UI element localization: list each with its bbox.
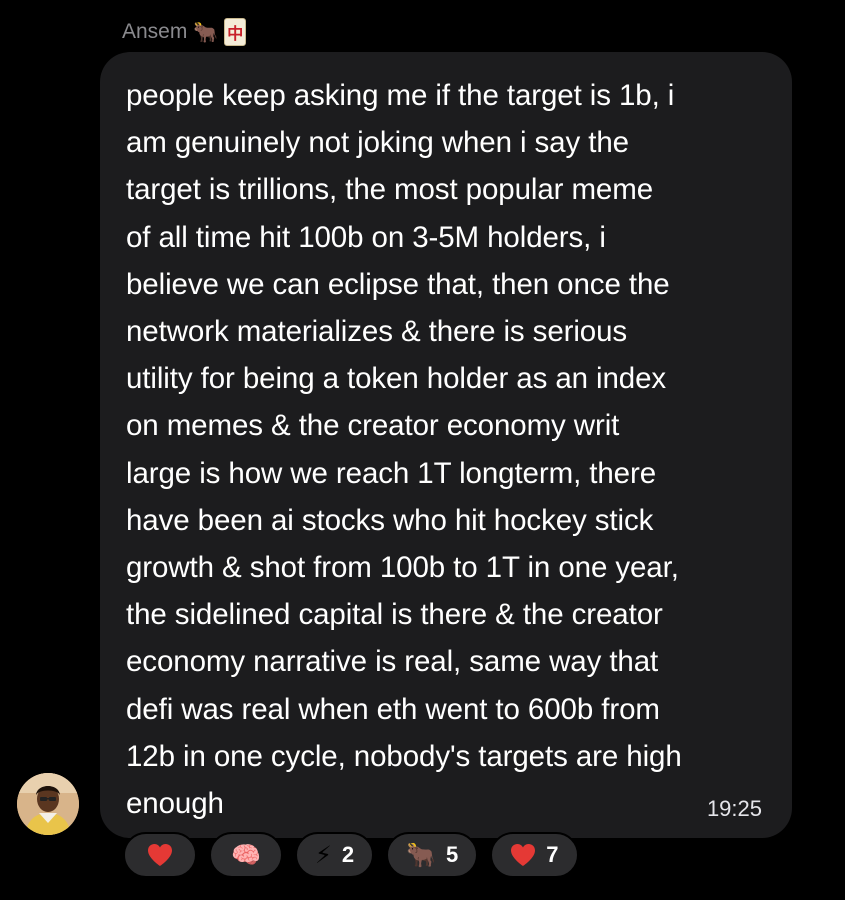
reaction-heart[interactable]	[123, 832, 197, 878]
message-line: economy narrative is real, same way that	[126, 645, 659, 679]
message-line: of all time hit 100b on 3-5M holders, i	[126, 220, 606, 254]
message-line: enough	[126, 787, 224, 821]
reaction-count: 7	[546, 842, 559, 867]
reaction-heart-counted[interactable]: 7	[490, 832, 579, 878]
message-line: people keep asking me if the target is 1…	[126, 79, 675, 112]
message-line: large is how we reach 1T longterm, there	[126, 456, 656, 490]
avatar[interactable]	[17, 773, 79, 835]
message-line: believe we can eclipse that, then once t…	[126, 267, 670, 301]
reactions-bar: 🧠 ⚡ 2 🐂 5 7	[123, 832, 579, 878]
message-text: people keep asking me if the target is 1…	[126, 72, 776, 827]
message-line: network materializes & there is serious	[126, 315, 628, 349]
sender-header: Ansem 🐂 中	[122, 18, 247, 46]
reaction-ox[interactable]: 🐂 5	[386, 832, 479, 878]
message-line: have been ai stocks who hit hockey stick	[126, 503, 654, 537]
message-line: utility for being a token holder as an i…	[126, 362, 667, 396]
message-timestamp: 19:25	[706, 796, 762, 821]
message-line: am genuinely not joking when i say the	[126, 126, 629, 160]
message-line: growth & shot from 100b to 1T in one yea…	[126, 551, 679, 585]
message-line: the sidelined capital is there & the cre…	[126, 598, 663, 632]
ox-badge-icon: 🐂	[193, 20, 219, 44]
reaction-lightning[interactable]: ⚡ 2	[295, 832, 375, 878]
reaction-brain[interactable]: 🧠	[209, 832, 283, 878]
message-line: 12b in one cycle, nobody's targets are h…	[126, 739, 682, 773]
brain-icon: 🧠	[231, 841, 261, 869]
heart-icon	[148, 844, 172, 866]
reaction-count: 5	[446, 842, 459, 867]
message-line: defi was real when eth went to 600b from	[126, 692, 660, 726]
reaction-count: 2	[341, 842, 355, 867]
ox-icon: 🐂	[406, 841, 436, 869]
lightning-icon: ⚡	[315, 841, 332, 869]
message-line: on memes & the creator economy writ	[126, 409, 620, 443]
chat-screen: Ansem 🐂 中 people keep asking me if the t…	[0, 0, 845, 900]
message-bubble[interactable]: people keep asking me if the target is 1…	[100, 52, 792, 838]
avatar-portrait-icon	[17, 773, 79, 835]
sender-name[interactable]: Ansem	[122, 20, 187, 44]
message-line: target is trillions, the most popular me…	[126, 173, 654, 207]
heart-icon	[511, 844, 536, 866]
mahjong-tile-badge-icon: 中	[224, 18, 247, 46]
